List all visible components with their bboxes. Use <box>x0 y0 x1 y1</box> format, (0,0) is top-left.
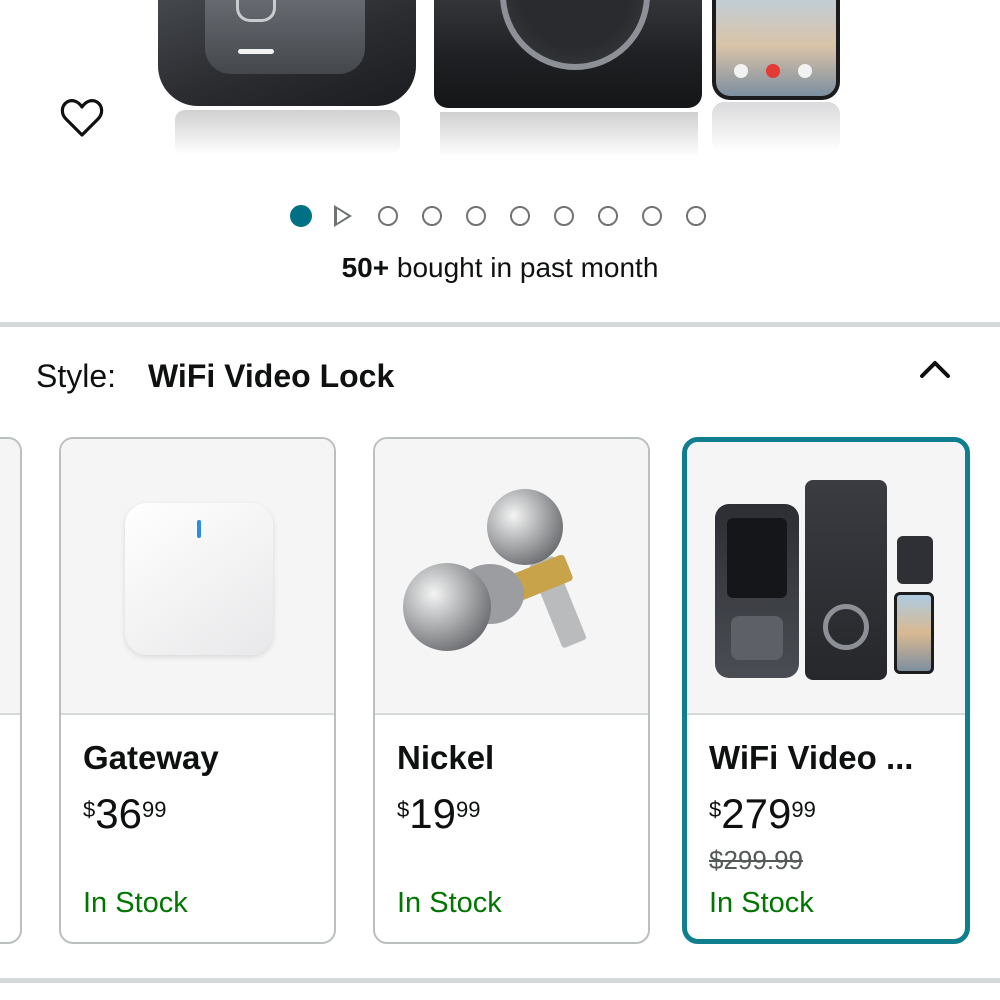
option-image <box>375 439 648 715</box>
price-whole: 279 <box>721 790 792 837</box>
option-image <box>687 442 965 715</box>
lock-reflection <box>440 112 698 157</box>
price-whole: 19 <box>409 790 456 837</box>
option-name: Gateway <box>83 739 219 776</box>
app-button-icon <box>798 64 812 78</box>
phone-app-image <box>712 0 840 100</box>
price-fraction: 99 <box>455 797 481 822</box>
pagination-dot[interactable] <box>554 206 574 226</box>
availability: In Stock <box>397 887 502 919</box>
app-button-icon <box>734 64 748 78</box>
price-fraction: 99 <box>791 797 816 822</box>
price-currency: $ <box>397 797 410 822</box>
pagination-dot[interactable] <box>378 206 398 226</box>
style-selected-value: WiFi Video Lock <box>148 358 395 394</box>
doorbell-button <box>731 616 783 660</box>
option-name: Nickel <box>397 739 495 776</box>
phone-app-image <box>894 592 934 674</box>
pagination-dot[interactable] <box>598 206 618 226</box>
keypad-device-image <box>715 504 799 678</box>
option-image <box>0 439 20 715</box>
bought-count: 50+ <box>341 252 390 283</box>
keypad-reflection <box>175 110 400 155</box>
chevron-up-icon[interactable] <box>918 356 952 382</box>
style-option-gateway[interactable]: Gateway $ 36 99 In Stock <box>59 437 336 944</box>
keypad-screen <box>727 518 787 598</box>
section-divider <box>0 322 1000 327</box>
pagination-dot[interactable] <box>466 206 486 226</box>
list-price: $299.99 <box>709 845 803 875</box>
availability: In Stock <box>83 887 188 919</box>
option-name: WiFi Video ... <box>709 739 914 776</box>
price-currency: $ <box>83 797 96 822</box>
bought-text: bought in past month <box>396 252 659 283</box>
heart-outline-icon[interactable] <box>58 94 106 142</box>
bell-icon <box>236 0 276 22</box>
pagination-dot[interactable] <box>510 206 530 226</box>
style-option-card-partial[interactable] <box>0 437 22 944</box>
style-option-wifi-video-lock[interactable]: WiFi Video ... $ 279 99 $299.99 In Stock <box>682 437 970 944</box>
pagination-dot[interactable] <box>422 206 442 226</box>
lock-body-image <box>805 480 887 680</box>
gateway-device-image <box>125 503 273 655</box>
option-price: $ 36 99 <box>83 791 166 837</box>
price-whole: 36 <box>95 790 142 837</box>
gateway-led <box>197 520 201 538</box>
keypad-panel <box>205 0 365 74</box>
style-option-nickel[interactable]: Nickel $ 19 99 In Stock <box>373 437 650 944</box>
style-label: Style: <box>36 358 117 394</box>
gallery-pagination <box>290 203 730 229</box>
option-price: $ 19 99 <box>397 791 480 837</box>
lock-thumb-turn <box>823 604 869 650</box>
bought-in-past-month: 50+ bought in past month <box>0 252 1000 284</box>
pagination-dot[interactable] <box>686 206 706 226</box>
pagination-dot-active[interactable] <box>290 205 312 227</box>
pagination-dot[interactable] <box>642 206 662 226</box>
play-icon[interactable] <box>334 205 352 227</box>
option-image <box>61 439 334 715</box>
product-image-gallery[interactable] <box>0 0 1000 190</box>
section-divider <box>0 978 1000 983</box>
price-fraction: 99 <box>141 797 167 822</box>
doorbell-chime-image <box>897 536 933 584</box>
record-icon <box>766 64 780 78</box>
phone-screen <box>716 0 836 96</box>
option-price: $ 279 99 <box>709 791 816 837</box>
availability: In Stock <box>709 887 814 919</box>
door-knob-image <box>403 489 587 651</box>
price-currency: $ <box>709 797 722 822</box>
keypad-led <box>238 49 274 54</box>
phone-reflection <box>712 102 840 152</box>
